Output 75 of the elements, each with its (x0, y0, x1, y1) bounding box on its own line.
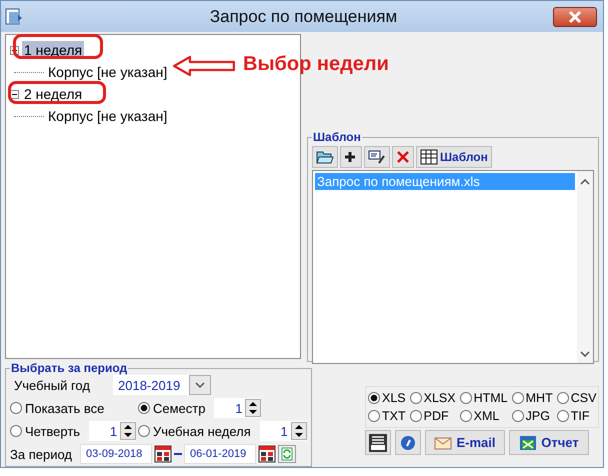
window-title: Запрос по помещениям (208, 6, 398, 26)
up-down-arrows-icon (245, 399, 262, 417)
radio-button[interactable] (368, 410, 380, 422)
option-label: TIF (570, 409, 590, 423)
radio-button[interactable] (460, 410, 472, 422)
tree-item[interactable]: Корпус [не указан] (46, 63, 170, 81)
scrollbar[interactable] (577, 171, 594, 363)
close-button[interactable] (553, 6, 597, 26)
tree-item[interactable]: Корпус [не указан] (46, 107, 170, 125)
group-title: Выбрать за период (10, 361, 128, 375)
option-label: Семестр (153, 400, 206, 416)
option-label: PDF (424, 409, 449, 423)
close-icon (568, 10, 582, 24)
radio-button[interactable] (512, 410, 524, 422)
template-button[interactable]: Шаблон (416, 146, 492, 168)
tray-icon (368, 432, 388, 452)
email-button[interactable]: E-mail (425, 430, 505, 455)
option-label: XLSX (424, 391, 456, 405)
radio-button[interactable] (556, 410, 569, 422)
chevron-down-icon (189, 375, 211, 395)
radio-button[interactable] (410, 410, 422, 422)
edit-button[interactable] (364, 146, 390, 168)
report-button[interactable]: Отчет (509, 430, 589, 455)
field-label: За период (10, 446, 73, 462)
app-icon (4, 6, 24, 26)
number-spinner[interactable]: 1 (260, 421, 307, 441)
chevron-up-icon (580, 179, 590, 185)
envelope-icon (434, 436, 452, 450)
spreadsheet-icon (519, 434, 538, 450)
date-field[interactable]: 03-09-2018 (80, 444, 152, 464)
radio-button[interactable] (368, 392, 380, 404)
arrow-annotation (173, 53, 235, 79)
option-label: XLS (382, 391, 406, 405)
up-down-arrows-icon (120, 422, 136, 440)
radio-button[interactable] (10, 402, 22, 414)
option-label: Показать все (25, 400, 104, 416)
printer-button[interactable] (365, 430, 391, 455)
option-label: HTML (474, 391, 508, 405)
group-title: Шаблон (312, 130, 362, 144)
radio-button[interactable] (556, 392, 569, 404)
option-label: TXT (382, 409, 406, 423)
radio-button[interactable] (10, 425, 22, 437)
spreadsheet-icon (420, 149, 438, 165)
tree-item[interactable]: 2 неделя (22, 85, 84, 103)
radio-button[interactable] (410, 392, 422, 404)
option-label: CSV (570, 391, 596, 405)
number-spinner[interactable]: 1 (89, 421, 136, 441)
radio-button[interactable] (138, 425, 150, 437)
delete-button[interactable] (392, 146, 414, 168)
date-field[interactable]: 06-01-2019 (184, 444, 256, 464)
field-label: Учебный год (13, 378, 91, 392)
option-label: XML (474, 409, 500, 423)
close-icon (396, 150, 410, 164)
year-dropdown[interactable]: 2018-2019 (113, 375, 211, 395)
radio-button[interactable] (138, 402, 150, 414)
range-dash (174, 453, 182, 455)
option-label: JPG (526, 409, 550, 423)
edit-icon (368, 149, 386, 165)
number-spinner[interactable]: 1 (214, 398, 262, 418)
calendar-icon[interactable] (258, 445, 276, 463)
open-folder-button[interactable] (312, 146, 338, 168)
calendar-icon[interactable] (154, 445, 172, 463)
option-label: Четверть (25, 424, 80, 438)
collapse-icon[interactable] (10, 90, 19, 98)
folder-icon (316, 149, 334, 165)
option-label: MHT (526, 391, 553, 405)
chevron-down-icon (580, 351, 590, 357)
option-label: Учебная неделя (153, 424, 251, 438)
up-down-arrows-icon (290, 422, 307, 440)
add-button[interactable] (340, 146, 362, 168)
radio-button[interactable] (512, 392, 524, 404)
help-button[interactable] (395, 430, 421, 455)
radio-button[interactable] (460, 392, 472, 404)
annotation-text: Выбор недели (243, 53, 389, 76)
plus-icon (344, 151, 356, 163)
